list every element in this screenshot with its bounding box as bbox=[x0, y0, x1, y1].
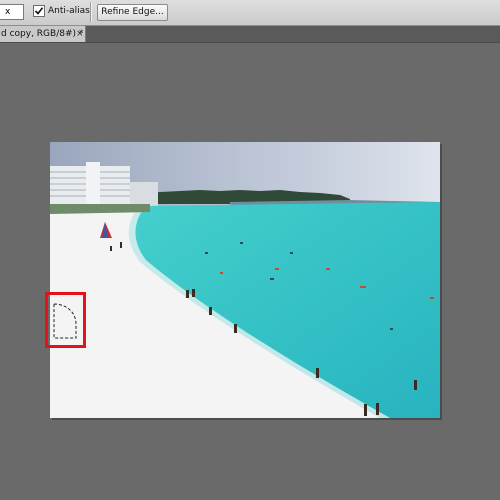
document-canvas[interactable] bbox=[50, 142, 440, 418]
highlight-box bbox=[45, 292, 86, 348]
refine-edge-button[interactable]: Refine Edge... bbox=[97, 4, 168, 21]
tab-divider bbox=[0, 42, 500, 43]
marquee-selection bbox=[53, 303, 77, 339]
options-bar: x Anti-alias Refine Edge... bbox=[0, 0, 500, 26]
feather-input[interactable]: x bbox=[0, 4, 24, 20]
options-separator bbox=[90, 2, 92, 22]
document-tab[interactable]: d copy, RGB/8#) * × bbox=[0, 26, 86, 42]
checkmark-icon bbox=[34, 7, 44, 15]
document-tab-title: d copy, RGB/8#) * bbox=[1, 29, 84, 39]
antialias-checkbox[interactable] bbox=[33, 5, 45, 17]
antialias-label: Anti-alias bbox=[48, 6, 90, 16]
close-icon[interactable]: × bbox=[76, 26, 84, 42]
document-tab-bar: d copy, RGB/8#) * × bbox=[0, 26, 500, 43]
beach-photo bbox=[50, 142, 440, 418]
